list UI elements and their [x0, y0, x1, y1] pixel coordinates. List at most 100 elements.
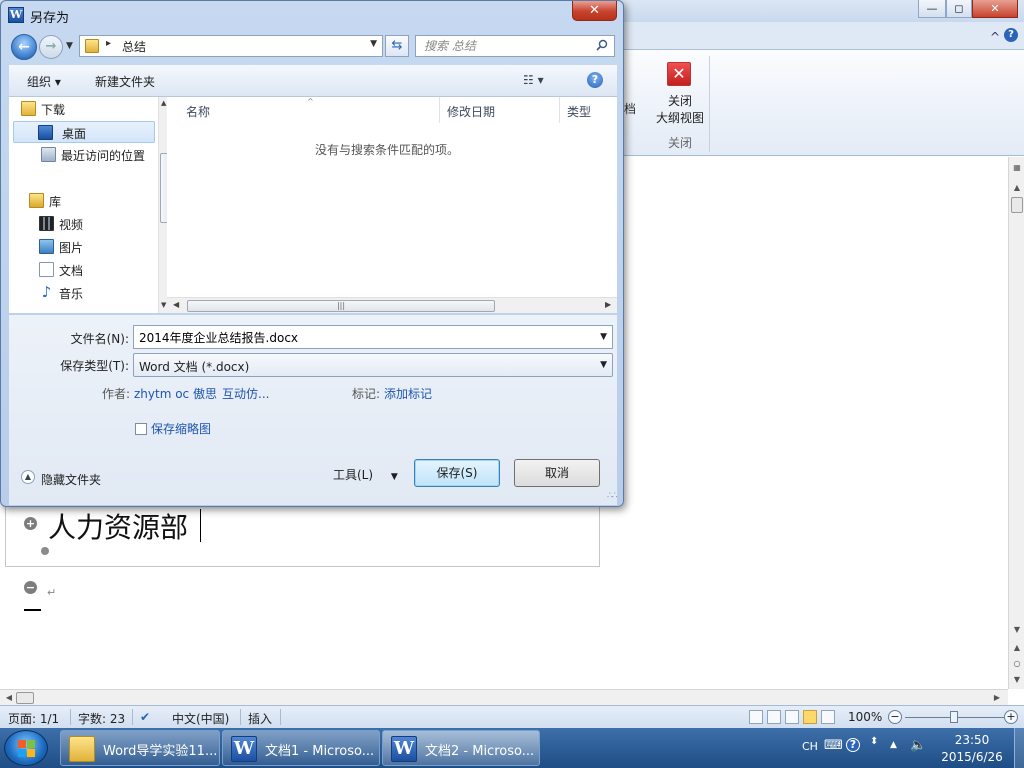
nav-item-recent[interactable]: 最近访问的位置 — [37, 144, 157, 166]
select-browse-object-icon[interactable]: ○ — [1010, 657, 1024, 671]
address-bar[interactable]: ▸ 总结 ▼ — [79, 35, 383, 57]
author-more-link[interactable]: 互动仿... — [222, 385, 269, 402]
ime-options-icon[interactable]: ⬍ — [870, 736, 878, 747]
horizontal-scroll-thumb[interactable] — [16, 692, 34, 704]
new-folder-button[interactable]: 新建文件夹 — [95, 73, 155, 90]
breadcrumb-folder[interactable]: 总结 — [122, 38, 146, 55]
add-tags-link[interactable]: 添加标记 — [384, 385, 432, 402]
scroll-right-icon[interactable]: ▶ — [990, 691, 1004, 705]
taskbar-item-label: Word导学实验11... — [103, 744, 218, 759]
nav-item-pictures[interactable]: 图片 — [35, 236, 145, 258]
scroll-up-icon[interactable]: ▲ — [1010, 181, 1024, 195]
column-header-type[interactable]: 类型 — [567, 103, 591, 120]
language-indicator[interactable]: 中文(中国) — [172, 710, 229, 727]
filename-input[interactable] — [134, 326, 594, 348]
nav-item-libraries[interactable]: 库 — [25, 190, 145, 212]
clock-date[interactable]: 2015/6/26 — [936, 750, 1008, 764]
page-count[interactable]: 页面: 1/1 — [8, 710, 59, 727]
scroll-right-icon[interactable]: ▶ — [605, 300, 611, 309]
clock-time[interactable]: 23:50 — [940, 733, 1004, 747]
show-desktop-button[interactable] — [1014, 728, 1024, 768]
close-outline-button-label[interactable]: 关闭 — [650, 92, 710, 109]
resize-grip-icon[interactable]: ∴∴ — [607, 491, 618, 501]
scroll-down-icon[interactable]: ▼ — [1010, 623, 1024, 637]
word-minimize-button[interactable]: — — [918, 0, 946, 18]
back-button[interactable]: ← — [11, 34, 37, 60]
zoom-out-icon[interactable]: − — [888, 710, 902, 724]
nav-item-documents[interactable]: 文档 — [35, 259, 145, 281]
word-count[interactable]: 字数: 23 — [78, 710, 125, 727]
taskbar-item-doc1[interactable]: W 文档1 - Microso... — [222, 730, 380, 766]
save-thumbnail-label[interactable]: 保存缩略图 — [151, 420, 211, 437]
address-dropdown-icon[interactable]: ▼ — [370, 39, 377, 49]
taskbar-item-folder[interactable]: Word导学实验11... — [60, 730, 220, 766]
collapse-ribbon-button[interactable]: ^ — [990, 30, 1000, 44]
scroll-down-icon[interactable]: ▼ — [161, 301, 166, 309]
full-screen-reading-view-icon[interactable] — [767, 710, 781, 724]
show-hidden-icons-icon[interactable]: ▲ — [890, 740, 897, 750]
tools-button[interactable]: 工具(L) ▼ — [333, 466, 398, 483]
zoom-level[interactable]: 100% — [848, 710, 882, 724]
scroll-up-icon[interactable]: ▲ — [161, 99, 166, 107]
close-outline-button-label-2[interactable]: 大纲视图 — [650, 109, 710, 126]
nav-item-music[interactable]: ♪ 音乐 — [35, 282, 145, 304]
filetype-dropdown-icon[interactable]: ▼ — [600, 360, 607, 370]
print-layout-view-icon[interactable] — [749, 710, 763, 724]
zoom-slider-thumb[interactable] — [950, 711, 958, 723]
start-button[interactable] — [4, 730, 48, 766]
keyboard-icon[interactable]: ⌨ — [824, 738, 843, 753]
word-maximize-button[interactable]: ◻ — [946, 0, 972, 18]
nav-item-downloads[interactable]: 下载 — [17, 98, 155, 120]
taskbar-item-doc2[interactable]: W 文档2 - Microso... — [382, 730, 540, 766]
close-outline-icon[interactable]: ✕ — [667, 62, 691, 86]
column-header-name[interactable]: 名称 — [186, 103, 210, 120]
help-icon[interactable]: ? — [846, 738, 860, 752]
filetype-select[interactable]: Word 文档 (*.docx) ▼ — [133, 353, 613, 377]
scroll-left-icon[interactable]: ◀ — [173, 300, 179, 309]
search-input[interactable] — [416, 36, 592, 56]
expand-heading-icon[interactable]: + — [24, 517, 37, 530]
previous-page-icon[interactable]: ▲ — [1010, 641, 1024, 655]
dialog-close-button[interactable]: ✕ — [572, 1, 617, 21]
column-separator[interactable] — [439, 97, 440, 123]
recent-pages-icon[interactable]: ▼ — [66, 41, 73, 51]
filename-dropdown-icon[interactable]: ▼ — [600, 332, 607, 342]
document-vertical-scrollbar[interactable]: ▦ ▲ ▼ ▲ ○ ▼ — [1008, 157, 1024, 689]
outline-bullet-icon — [41, 547, 49, 555]
ruler-toggle-icon[interactable]: ▦ — [1010, 161, 1024, 175]
help-icon[interactable]: ? — [587, 72, 603, 88]
author-value[interactable]: zhytm oc 傲思 — [134, 385, 217, 402]
insert-mode-indicator[interactable]: 插入 — [248, 710, 272, 727]
file-list-scroll-thumb[interactable]: ||| — [187, 300, 495, 312]
draft-view-icon[interactable] — [821, 710, 835, 724]
web-layout-view-icon[interactable] — [785, 710, 799, 724]
nav-item-videos[interactable]: 视频 — [35, 213, 145, 235]
save-button[interactable]: 保存(S) — [414, 459, 500, 487]
proofing-icon[interactable]: ✔ — [140, 710, 150, 724]
cancel-button[interactable]: 取消 — [514, 459, 600, 487]
outline-view-icon[interactable] — [803, 710, 817, 724]
search-icon[interactable] — [596, 39, 608, 51]
breadcrumb-separator-icon[interactable]: ▸ — [106, 38, 111, 49]
input-language-indicator[interactable]: CH — [802, 740, 818, 753]
word-help-icon[interactable]: ? — [1004, 28, 1018, 42]
word-close-button[interactable]: ✕ — [972, 0, 1018, 18]
scroll-left-icon[interactable]: ◀ — [2, 691, 16, 705]
refresh-button[interactable]: ⇆ — [385, 35, 409, 57]
forward-button[interactable]: → — [39, 35, 63, 59]
column-separator[interactable] — [559, 97, 560, 123]
collapse-heading-icon[interactable]: − — [24, 581, 37, 594]
save-thumbnail-checkbox[interactable] — [135, 423, 147, 435]
change-view-button[interactable]: ☷ ▾ — [523, 73, 544, 87]
column-header-date[interactable]: 修改日期 — [447, 103, 495, 120]
outline-heading-text[interactable]: 人力资源部 — [48, 506, 188, 546]
document-horizontal-scrollbar[interactable]: ◀ ▶ — [0, 689, 1008, 705]
file-list-horizontal-scrollbar[interactable]: ◀ ||| ▶ — [167, 297, 617, 313]
zoom-in-icon[interactable]: + — [1004, 710, 1018, 724]
search-box — [415, 35, 615, 57]
organize-button[interactable]: 组织 ▾ — [27, 73, 61, 90]
next-page-icon[interactable]: ▼ — [1010, 673, 1024, 687]
volume-icon[interactable]: 🔈 — [910, 738, 926, 753]
nav-item-desktop[interactable]: 桌面 — [13, 121, 155, 143]
vertical-scroll-thumb[interactable] — [1011, 197, 1023, 213]
